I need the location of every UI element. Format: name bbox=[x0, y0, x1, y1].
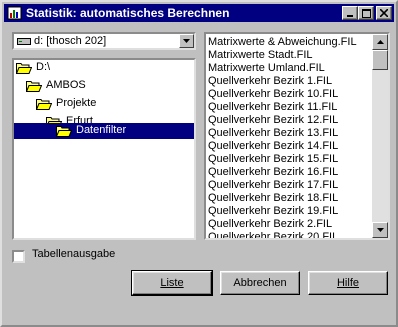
table-output-label: Tabellenausgabe bbox=[32, 248, 116, 260]
directory-item-label: AMBOS bbox=[46, 79, 86, 91]
maximize-icon bbox=[361, 8, 371, 18]
directory-item[interactable]: AMBOS bbox=[26, 78, 146, 94]
directory-item[interactable]: D:\ bbox=[16, 60, 136, 76]
file-list[interactable]: Matrixwerte & Abweichung.FIL Matrixwerte… bbox=[204, 32, 390, 240]
open-folder-icon bbox=[16, 63, 32, 74]
open-folder-icon bbox=[26, 81, 42, 92]
cancel-button-label: Abbrechen bbox=[233, 277, 287, 289]
minimize-button[interactable] bbox=[342, 6, 358, 20]
drive-select-value: d: [thosch 202] bbox=[34, 35, 107, 47]
arrow-down-icon bbox=[376, 228, 384, 232]
arrow-up-icon bbox=[376, 40, 384, 44]
directory-item-label: Projekte bbox=[56, 97, 97, 109]
directory-item-label: Datenfilter bbox=[76, 124, 127, 136]
scroll-up-button[interactable] bbox=[372, 34, 388, 50]
chevron-down-icon bbox=[183, 39, 190, 43]
drive-select[interactable]: d: [thosch 202] bbox=[12, 32, 196, 50]
help-button[interactable]: Hilfe bbox=[308, 271, 388, 295]
dialog-window: Statistik: automatisches Berechnen d: [t… bbox=[0, 0, 398, 327]
table-output-checkbox[interactable] bbox=[12, 250, 25, 263]
window-title: Statistik: automatisches Berechnen bbox=[26, 6, 230, 20]
help-button-label: Hilfe bbox=[336, 277, 359, 289]
open-folder-icon bbox=[36, 99, 52, 110]
close-icon bbox=[380, 9, 388, 17]
list-button-label: Liste bbox=[160, 277, 184, 289]
directory-list[interactable]: D:\ AMBOS Projekte Erfurt Datenfilter bbox=[12, 58, 196, 240]
maximize-button[interactable] bbox=[358, 6, 374, 20]
directory-item-label: D:\ bbox=[36, 61, 51, 73]
scroll-down-button[interactable] bbox=[372, 222, 388, 238]
drive-dropdown-button[interactable] bbox=[179, 34, 194, 48]
title-bar[interactable]: Statistik: automatisches Berechnen bbox=[4, 4, 394, 22]
cancel-button[interactable]: Abbrechen bbox=[220, 271, 300, 295]
close-button[interactable] bbox=[376, 6, 392, 20]
drive-icon bbox=[17, 38, 31, 45]
minimize-icon bbox=[347, 15, 353, 17]
file-item[interactable]: Quellverkehr Bezirk 20.FIL bbox=[208, 229, 338, 238]
scroll-thumb[interactable] bbox=[372, 50, 388, 70]
directory-item[interactable]: Projekte bbox=[36, 96, 156, 112]
list-button[interactable]: Liste bbox=[131, 270, 213, 296]
statistics-icon bbox=[7, 6, 22, 20]
open-folder-icon bbox=[56, 126, 72, 137]
directory-item-selected[interactable]: Datenfilter bbox=[14, 123, 194, 139]
file-list-scrollbar[interactable] bbox=[372, 34, 388, 238]
